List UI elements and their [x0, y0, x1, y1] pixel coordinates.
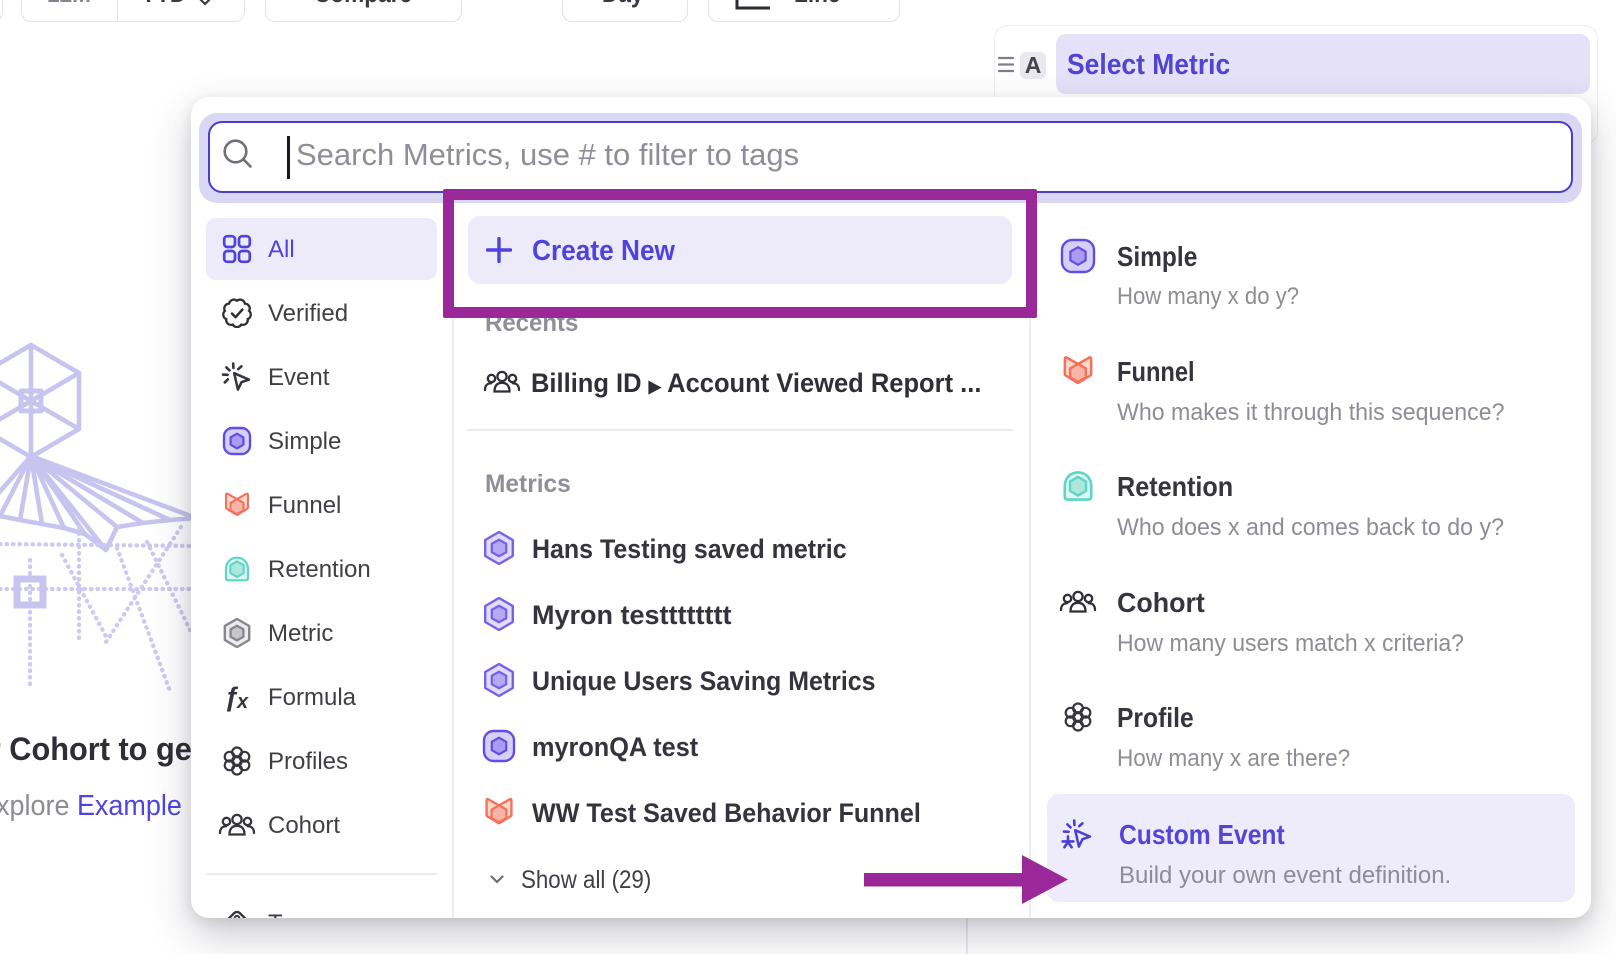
svg-text:x: x — [236, 691, 249, 712]
